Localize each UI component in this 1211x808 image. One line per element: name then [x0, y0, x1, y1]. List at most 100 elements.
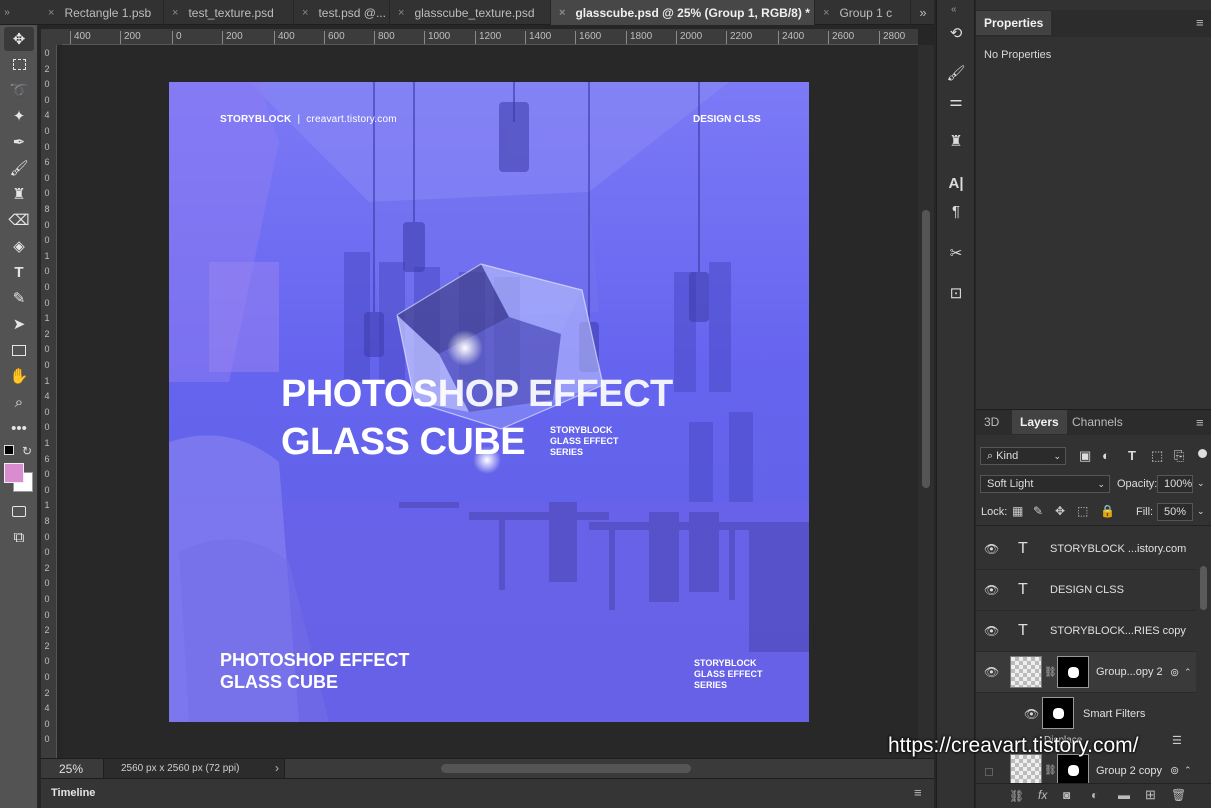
- blend-mode-select[interactable]: Soft Light ⌄: [980, 475, 1110, 493]
- stamp-tool-icon[interactable]: ♜: [4, 182, 34, 206]
- panel-menu-icon[interactable]: ≡: [1196, 15, 1204, 30]
- add-mask-icon[interactable]: ◙: [1063, 788, 1070, 802]
- more-tabs-icon[interactable]: »: [913, 0, 933, 25]
- opacity-input[interactable]: 100%: [1157, 475, 1193, 493]
- swap-colors-icon[interactable]: ↻: [22, 444, 32, 458]
- screen-mode-icon[interactable]: ⧉: [4, 525, 34, 549]
- scroll-thumb[interactable]: [922, 210, 930, 488]
- adjustments-icon[interactable]: ⚌: [945, 90, 967, 112]
- artwork-canvas[interactable]: STORYBLOCK | creavart.tistory.com DESIGN…: [169, 82, 809, 722]
- status-menu-arrow-icon[interactable]: ›: [275, 761, 279, 775]
- close-icon[interactable]: ×: [302, 7, 308, 19]
- fill-input[interactable]: 50%: [1157, 503, 1193, 521]
- tool-presets-icon[interactable]: ✂: [945, 242, 967, 264]
- default-colors-icon[interactable]: [4, 445, 14, 455]
- panel-menu-icon[interactable]: ≡: [914, 785, 922, 800]
- visibility-eye-icon[interactable]: 👁: [984, 542, 999, 556]
- paint-bucket-tool-icon[interactable]: ◈: [4, 234, 34, 258]
- eyedropper-tool-icon[interactable]: ✒: [4, 130, 34, 154]
- zoom-level[interactable]: 25%: [59, 762, 83, 776]
- lasso-tool-icon[interactable]: ➰: [4, 78, 34, 102]
- filter-pixel-icon[interactable]: ▣: [1079, 448, 1091, 464]
- tab-group-1[interactable]: × Group 1 c: [815, 0, 911, 25]
- tab-layers[interactable]: Layers: [1012, 410, 1067, 434]
- foreground-color-swatch[interactable]: [4, 463, 24, 483]
- quick-mask-icon[interactable]: [4, 499, 34, 523]
- new-group-icon[interactable]: ▬: [1118, 788, 1130, 802]
- tab-glasscube-texture[interactable]: × glasscube_texture.psd: [390, 0, 551, 25]
- close-icon[interactable]: ×: [559, 7, 565, 19]
- tab-test[interactable]: × test.psd @...: [294, 0, 390, 25]
- layer-style-icon[interactable]: fx: [1038, 788, 1047, 802]
- horizontal-scroll-thumb[interactable]: [441, 764, 691, 773]
- visibility-off-icon[interactable]: ◻: [984, 764, 994, 778]
- history-icon[interactable]: ⟲: [945, 22, 967, 44]
- layer-row[interactable]: 👁 T STORYBLOCK ...istory.com: [976, 529, 1196, 570]
- adjustment-layer-icon[interactable]: ◐: [1091, 788, 1098, 802]
- layers-scroll-thumb[interactable]: [1200, 566, 1207, 610]
- visibility-eye-icon[interactable]: 👁: [984, 624, 999, 638]
- layer-row[interactable]: 👁 T STORYBLOCK...RIES copy: [976, 611, 1196, 652]
- type-tool-icon[interactable]: T: [4, 260, 34, 284]
- layer-mask-thumbnail[interactable]: [1057, 656, 1089, 688]
- character-icon[interactable]: A|: [945, 172, 967, 194]
- brush-tool-icon[interactable]: 🖌: [4, 156, 34, 180]
- zoom-tool-icon[interactable]: ⌕: [4, 390, 34, 414]
- filter-type-icon[interactable]: T: [1128, 448, 1136, 463]
- vertical-scrollbar[interactable]: [918, 45, 934, 758]
- path-selection-tool-icon[interactable]: ➤: [4, 312, 34, 336]
- marquee-tool-icon[interactable]: [4, 52, 34, 76]
- panel-menu-icon[interactable]: ≡: [1196, 415, 1204, 430]
- layer-row[interactable]: 👁 ⛓ Group...opy 2 ⊚ ⌃: [976, 652, 1196, 693]
- layer-row[interactable]: 👁 T DESIGN CLSS: [976, 570, 1196, 611]
- filter-shape-icon[interactable]: ⬚: [1151, 448, 1163, 464]
- rectangle-tool-icon[interactable]: [4, 338, 34, 362]
- lock-pixels-icon[interactable]: ✎: [1033, 504, 1043, 518]
- link-icon[interactable]: ⛓: [1044, 667, 1057, 678]
- pen-tool-icon[interactable]: ✎: [4, 286, 34, 310]
- lock-artboard-icon[interactable]: ⬚: [1077, 504, 1088, 518]
- visibility-eye-icon[interactable]: 👁: [984, 583, 999, 597]
- visibility-eye-icon[interactable]: 👁: [1024, 707, 1039, 721]
- chevron-down-icon[interactable]: ⌄: [1197, 478, 1205, 489]
- tab-channels[interactable]: Channels: [1064, 410, 1131, 434]
- lock-all-icon[interactable]: 🔒: [1100, 504, 1115, 518]
- filter-toggle-icon[interactable]: [1198, 449, 1207, 458]
- more-tools-icon[interactable]: •••: [4, 416, 34, 440]
- libraries-icon[interactable]: ⊡: [945, 282, 967, 304]
- new-layer-icon[interactable]: ⊞: [1145, 787, 1156, 803]
- filter-smart-object-icon[interactable]: ⎘: [1174, 448, 1184, 464]
- close-icon[interactable]: ×: [48, 7, 54, 19]
- tab-properties[interactable]: Properties: [976, 11, 1052, 35]
- link-icon[interactable]: ⛓: [1044, 765, 1057, 776]
- hand-tool-icon[interactable]: ✋: [4, 364, 34, 388]
- eraser-tool-icon[interactable]: ⌫: [4, 208, 34, 232]
- magic-wand-tool-icon[interactable]: ✦: [4, 104, 34, 128]
- visibility-eye-icon[interactable]: 👁: [984, 665, 999, 679]
- layer-filter-select[interactable]: ⌕ Kind ⌄: [980, 447, 1066, 465]
- tab-glasscube-active[interactable]: × glasscube.psd @ 25% (Group 1, RGB/8) *: [551, 0, 815, 25]
- tab-rectangle-1[interactable]: × Rectangle 1.psb: [40, 0, 164, 25]
- layer-row[interactable]: 👁 Smart Filters: [976, 693, 1196, 734]
- lock-transparency-icon[interactable]: ▦: [1012, 504, 1023, 518]
- layer-mask-thumbnail[interactable]: [1057, 754, 1089, 783]
- chevron-up-icon[interactable]: ⌃: [1184, 765, 1192, 776]
- brush-settings-icon[interactable]: 🖌: [945, 62, 967, 84]
- chevron-down-icon[interactable]: ⌄: [1197, 506, 1205, 517]
- tab-3d[interactable]: 3D: [976, 410, 1007, 434]
- timeline-label[interactable]: Timeline: [51, 787, 95, 799]
- tab-test-texture[interactable]: × test_texture.psd: [164, 0, 294, 25]
- paragraph-icon[interactable]: ¶: [945, 200, 967, 222]
- close-icon[interactable]: ×: [823, 7, 829, 19]
- trash-icon[interactable]: 🗑: [1171, 788, 1186, 802]
- filter-adjustment-icon[interactable]: ◐: [1102, 448, 1110, 463]
- lock-position-icon[interactable]: ✥: [1055, 504, 1065, 518]
- close-icon[interactable]: ×: [398, 7, 404, 19]
- link-layers-icon[interactable]: ⛓: [1009, 789, 1024, 803]
- filter-options-icon[interactable]: ☰: [1172, 734, 1182, 747]
- filter-mask-thumbnail[interactable]: [1042, 697, 1074, 729]
- move-tool-icon[interactable]: ✥: [4, 27, 34, 51]
- chevron-up-icon[interactable]: ⌃: [1184, 667, 1192, 678]
- collapse-panels-icon[interactable]: «: [951, 4, 957, 15]
- close-icon[interactable]: ×: [172, 7, 178, 19]
